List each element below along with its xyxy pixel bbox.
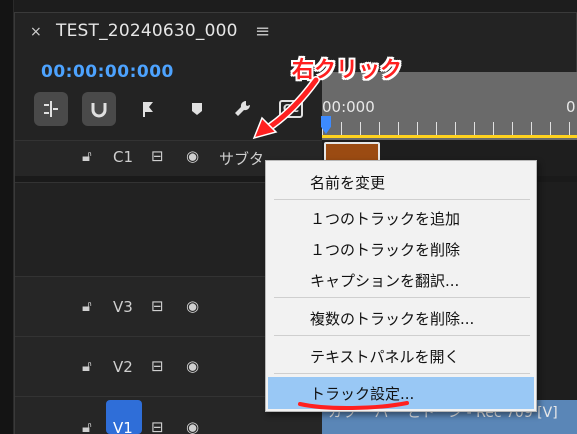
lock-icon[interactable]: 🔓︎ xyxy=(82,147,92,165)
linked-selection-icon xyxy=(91,103,107,118)
eye-icon[interactable]: ◉ xyxy=(186,418,199,434)
context-menu: 名前を変更 １つのトラックを追加 １つのトラックを削除 キャプションを翻訳...… xyxy=(265,160,537,412)
track-label-c1: C1 xyxy=(113,148,134,166)
eye-icon[interactable]: ◉ xyxy=(186,297,199,315)
menu-item-delete-track[interactable]: １つのトラックを削除 xyxy=(310,239,460,260)
menu-separator xyxy=(274,335,530,336)
eye-icon[interactable]: ◉ xyxy=(186,147,199,165)
lock-icon[interactable]: 🔓︎ xyxy=(82,297,92,315)
add-marker-button[interactable] xyxy=(132,92,166,126)
annotation-arrow-icon xyxy=(252,76,320,140)
menu-item-open-text-panel[interactable]: テキストパネルを開く xyxy=(310,346,460,367)
add-marker-icon xyxy=(143,102,153,117)
ruler-ticks xyxy=(322,122,577,136)
menu-separator xyxy=(274,199,530,200)
lock-icon[interactable]: 🔓︎ xyxy=(82,418,92,434)
ruler-start-time: 00:000 xyxy=(322,98,375,116)
track-label-v3: V3 xyxy=(113,298,133,316)
menu-item-translate-captions[interactable]: キャプションを翻訳... xyxy=(310,270,459,291)
eye-icon[interactable]: ◉ xyxy=(186,357,199,375)
snap-in-timeline-button[interactable] xyxy=(34,92,68,126)
sync-lock-icon[interactable]: ⊟ xyxy=(151,418,164,434)
menu-separator xyxy=(274,297,530,298)
sync-lock-icon[interactable]: ⊟ xyxy=(151,357,164,375)
left-panel-edge xyxy=(0,0,14,434)
menu-item-add-track[interactable]: １つのトラックを追加 xyxy=(310,208,460,229)
track-label-v2: V2 xyxy=(113,358,133,376)
linked-selection-button[interactable] xyxy=(82,92,116,126)
panel-menu-icon[interactable]: ≡ xyxy=(255,21,270,42)
lock-icon[interactable]: 🔓︎ xyxy=(82,357,92,375)
marker-icon xyxy=(192,103,202,115)
track-label-v1: V1 xyxy=(113,419,133,434)
sequence-tab-title[interactable]: TEST_20240630_000 xyxy=(56,21,238,41)
menu-separator xyxy=(274,373,530,374)
snap-in-timeline-icon xyxy=(44,101,58,117)
ruler-next-time: 0 xyxy=(566,98,576,116)
annotation-underline xyxy=(298,401,409,411)
sync-lock-icon[interactable]: ⊟ xyxy=(151,147,164,165)
marker-button[interactable] xyxy=(180,92,214,126)
close-tab-icon[interactable]: × xyxy=(30,25,42,39)
work-area-bar[interactable] xyxy=(322,135,577,138)
sync-lock-icon[interactable]: ⊟ xyxy=(151,297,164,315)
playhead-timecode[interactable]: 00:00:00:000 xyxy=(41,62,174,82)
menu-item-rename[interactable]: 名前を変更 xyxy=(310,172,385,193)
menu-item-delete-tracks[interactable]: 複数のトラックを削除... xyxy=(310,308,474,329)
track-name-c1: サブタ xyxy=(219,150,265,168)
